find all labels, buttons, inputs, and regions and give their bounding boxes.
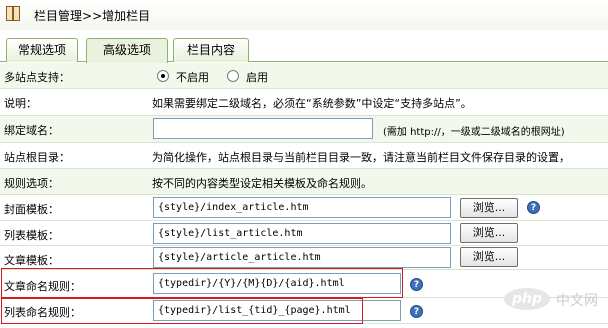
watermark-logo: php — [504, 288, 550, 310]
cover-template-label: 封面模板： — [4, 203, 59, 216]
row-note: 说明： 如果需要绑定二级域名，必须在“系统参数”中设定“支持多站点”。 — [0, 89, 608, 116]
title-bar: 栏目管理>>增加栏目 — [0, 0, 608, 30]
watermark-text: 中文网 — [556, 293, 598, 309]
siteroot-label: 站点根目录： — [4, 151, 70, 164]
note-label: 说明： — [4, 97, 37, 110]
cover-template-input[interactable]: {style}/index_article.htm — [153, 197, 451, 218]
multisite-label: 多站点支持： — [4, 71, 70, 84]
breadcrumb-current: 增加栏目 — [102, 9, 151, 23]
note-text: 如果需要绑定二级域名，必须在“系统参数”中设定“支持多站点”。 — [152, 97, 472, 110]
radio-enable-label: 启用 — [246, 71, 268, 84]
article-template-input[interactable]: {style}/article_article.htm — [153, 247, 451, 268]
row-list-template: 列表模板： {style}/list_article.htm 浏览... — [0, 221, 608, 246]
row-multisite: 多站点支持： 不启用 启用 — [0, 63, 608, 89]
list-template-label: 列表模板： — [4, 229, 59, 242]
tab-advanced[interactable]: 高级选项 — [86, 38, 168, 63]
row-domain: 绑定域名： (需加 http://，一级或二级域名的根网址) — [0, 116, 608, 143]
cover-browse-button[interactable]: 浏览... — [460, 198, 518, 218]
tab-content[interactable]: 栏目内容 — [173, 38, 249, 62]
tab-general[interactable]: 常规选项 — [6, 38, 78, 62]
domain-input[interactable] — [153, 118, 373, 139]
article-template-label: 文章模板： — [4, 254, 59, 267]
rules-label: 规则选项： — [4, 177, 59, 190]
article-browse-button[interactable]: 浏览... — [460, 247, 518, 267]
list-naming-highlight — [1, 298, 363, 324]
article-naming-highlight — [1, 268, 403, 298]
article-naming-help-icon[interactable]: ? — [410, 278, 423, 291]
breadcrumb-separator: >> — [82, 9, 103, 23]
domain-hint: (需加 http://，一级或二级域名的根网址) — [383, 127, 565, 138]
cover-help-icon[interactable]: ? — [527, 201, 540, 214]
breadcrumb-section[interactable]: 栏目管理 — [34, 9, 82, 23]
radio-disable[interactable] — [157, 70, 169, 82]
list-naming-help-icon[interactable]: ? — [410, 305, 423, 318]
radio-disable-label: 不启用 — [176, 71, 209, 84]
list-template-input[interactable]: {style}/list_article.htm — [153, 223, 451, 244]
row-article-template: 文章模板： {style}/article_article.htm 浏览... — [0, 246, 608, 270]
row-siteroot: 站点根目录： 为简化操作，站点根目录与当前栏目目录一致，请注意当前栏目文件保存目… — [0, 143, 608, 169]
siteroot-text: 为简化操作，站点根目录与当前栏目目录一致，请注意当前栏目文件保存目录的设置， — [152, 151, 570, 164]
tab-strip: 常规选项 高级选项 栏目内容 — [0, 32, 608, 63]
row-cover-template: 封面模板： {style}/index_article.htm 浏览... ? — [0, 195, 608, 221]
list-browse-button[interactable]: 浏览... — [460, 223, 518, 243]
rules-text: 按不同的内容类型设定相关模板及命名规则。 — [152, 177, 372, 190]
radio-enable[interactable] — [227, 70, 239, 82]
domain-label: 绑定域名： — [4, 124, 59, 137]
breadcrumb: 栏目管理>>增加栏目 — [34, 7, 150, 24]
row-rules: 规则选项： 按不同的内容类型设定相关模板及命名规则。 — [0, 169, 608, 195]
book-icon — [6, 6, 20, 21]
watermark: php 中文网 — [504, 287, 604, 311]
